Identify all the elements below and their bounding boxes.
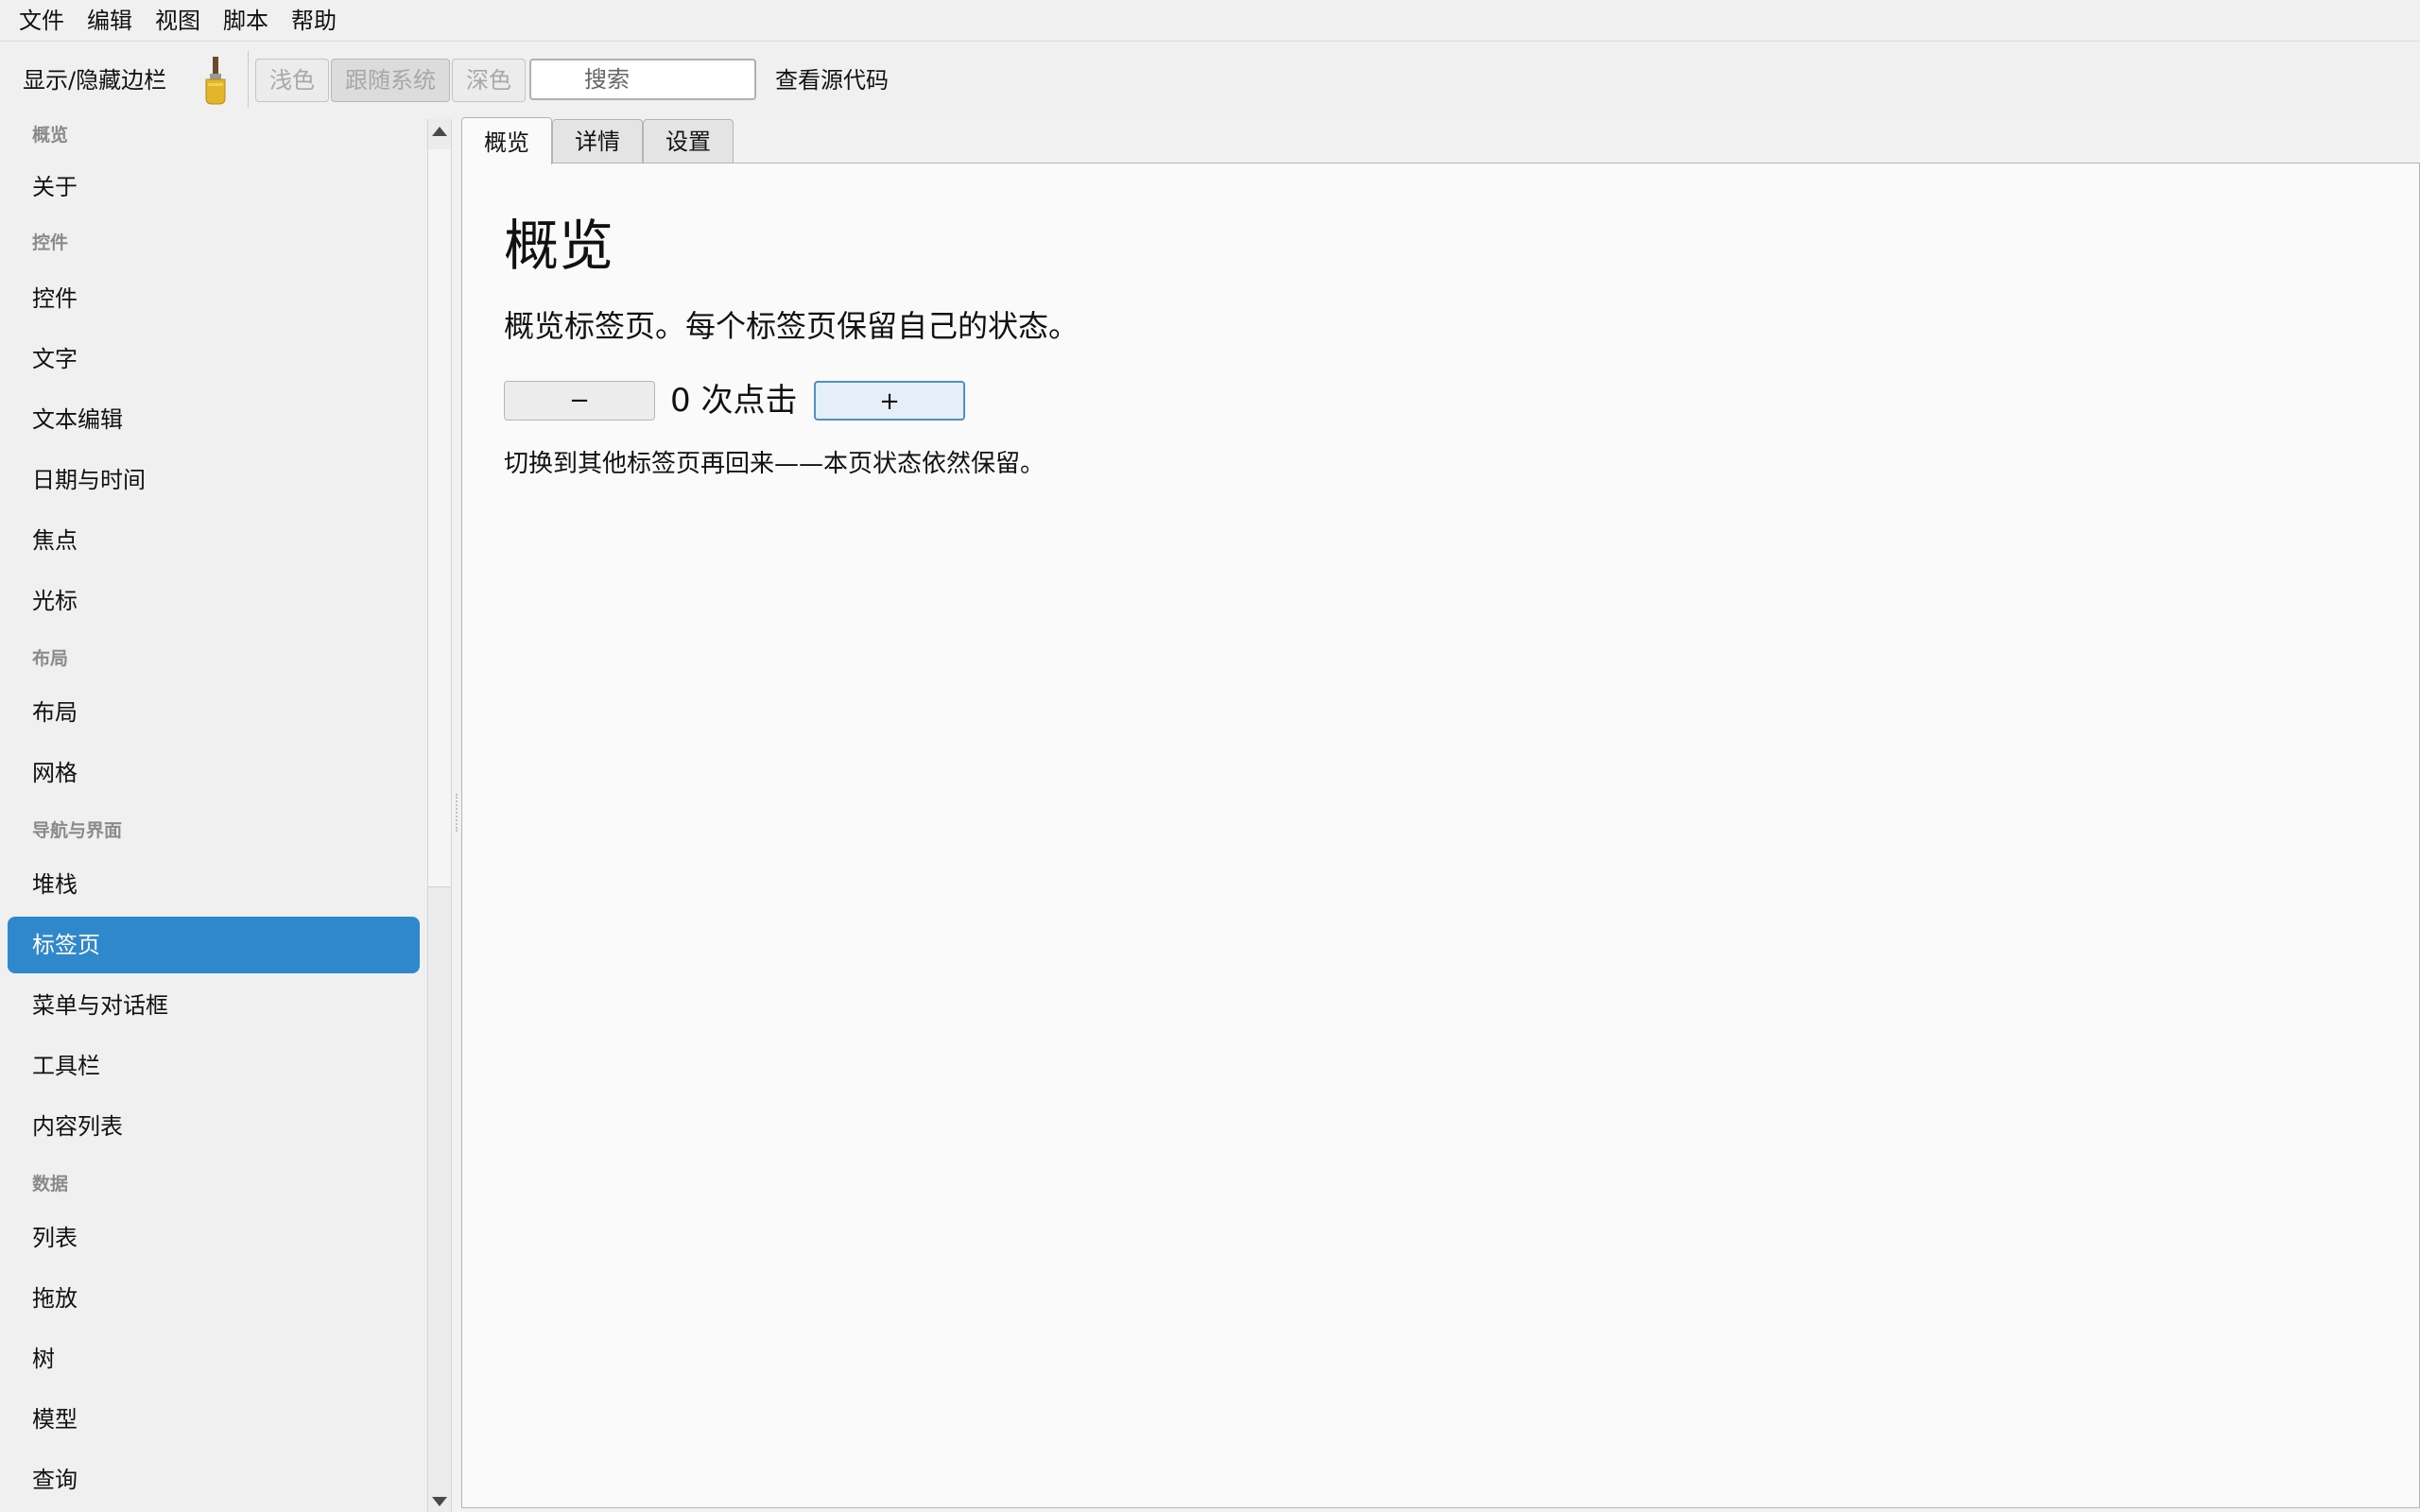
tab-settings[interactable]: 设置 [643, 119, 734, 163]
tab-overview[interactable]: 概览 [461, 117, 552, 164]
sidebar-item-tabs[interactable]: 标签页 [8, 917, 420, 973]
sidebar-section-layout: 布局 [32, 648, 69, 669]
tab-panel: 概览 概览标签页。每个标签页保留自己的状态。 − 0 次点击 + 切换到其他标签… [461, 163, 2420, 1508]
sidebar-item-stack[interactable]: 堆栈 [8, 856, 420, 913]
hint-text: 切换到其他标签页再回来——本页状态依然保留。 [504, 450, 1046, 478]
search-input[interactable] [529, 59, 756, 100]
decrement-button[interactable]: − [504, 381, 655, 421]
increment-button[interactable]: + [814, 381, 965, 421]
toolbar-separator [248, 51, 249, 108]
sidebar-item-tree[interactable]: 树 [8, 1331, 420, 1387]
sidebar-scrollbar[interactable] [427, 119, 452, 1512]
theme-light-button[interactable]: 浅色 [255, 59, 329, 102]
menu-edit[interactable]: 编辑 [76, 0, 144, 42]
sidebar-item-widgets[interactable]: 控件 [8, 270, 420, 327]
sidebar-section-navigation: 导航与界面 [32, 820, 123, 841]
scroll-up-icon[interactable] [432, 127, 447, 136]
toolbar: 显示/隐藏边栏 浅色 跟随系统 深色 查看源代码 [0, 42, 2420, 119]
tab-details[interactable]: 详情 [552, 119, 643, 163]
sidebar-item-layout[interactable]: 布局 [8, 684, 420, 741]
theme-dark-button[interactable]: 深色 [452, 59, 526, 102]
paintbrush-icon[interactable] [199, 55, 233, 106]
sidebar-item-text-edit[interactable]: 文本编辑 [8, 391, 420, 448]
sidebar-item-menus-dialogs[interactable]: 菜单与对话框 [8, 977, 420, 1034]
menu-help[interactable]: 帮助 [280, 0, 348, 42]
toggle-sidebar-button[interactable]: 显示/隐藏边栏 [23, 64, 166, 96]
page-title: 概览 [504, 214, 614, 278]
scrollbar-thumb[interactable] [428, 149, 451, 887]
sidebar-item-cursor[interactable]: 光标 [8, 573, 420, 629]
sidebar: 概览 关于 控件 控件 文字 文本编辑 日期与时间 焦点 光标 布局 布局 网格… [0, 119, 427, 1512]
menu-script[interactable]: 脚本 [212, 0, 280, 42]
click-counter: 0 次点击 [670, 382, 798, 420]
sidebar-item-datetime[interactable]: 日期与时间 [8, 452, 420, 508]
sidebar-section-overview: 概览 [32, 125, 69, 146]
sidebar-item-grid[interactable]: 网格 [8, 745, 420, 801]
sidebar-item-list[interactable]: 列表 [8, 1210, 420, 1266]
sidebar-section-data: 数据 [32, 1174, 69, 1194]
page-description: 概览标签页。每个标签页保留自己的状态。 [504, 308, 1080, 344]
view-source-button[interactable]: 查看源代码 [775, 64, 889, 96]
sidebar-item-model[interactable]: 模型 [8, 1391, 420, 1448]
sidebar-item-drag-drop[interactable]: 拖放 [8, 1270, 420, 1327]
menu-bar: 文件 编辑 视图 脚本 帮助 [0, 0, 2420, 42]
scroll-down-icon[interactable] [432, 1497, 447, 1506]
sidebar-item-about[interactable]: 关于 [8, 159, 420, 215]
sidebar-item-toolbar[interactable]: 工具栏 [8, 1038, 420, 1094]
theme-system-button[interactable]: 跟随系统 [331, 59, 450, 102]
sidebar-item-query[interactable]: 查询 [8, 1452, 420, 1508]
sidebar-item-focus[interactable]: 焦点 [8, 512, 420, 569]
sidebar-section-widgets: 控件 [32, 232, 69, 253]
menu-file[interactable]: 文件 [8, 0, 76, 42]
sidebar-item-text[interactable]: 文字 [8, 331, 420, 387]
menu-view[interactable]: 视图 [144, 0, 212, 42]
sidebar-item-content-list[interactable]: 内容列表 [8, 1098, 420, 1155]
